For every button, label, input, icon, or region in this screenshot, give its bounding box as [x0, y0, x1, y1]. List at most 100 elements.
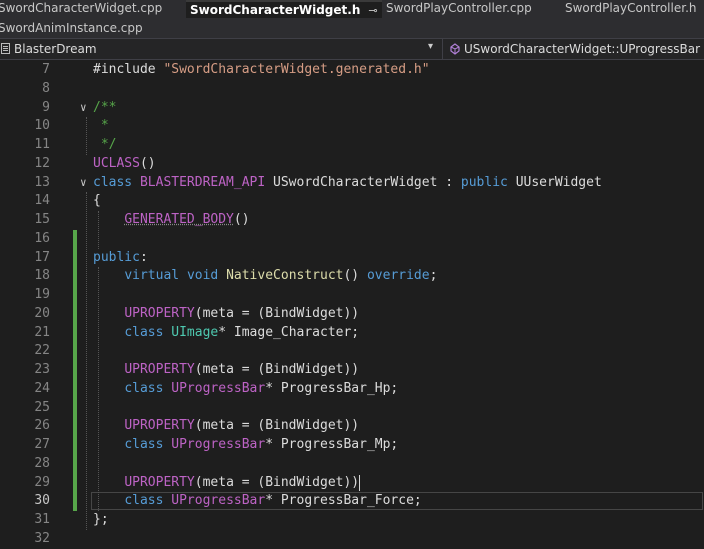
code-line[interactable]: 7 #include "SwordCharacterWidget.generate…: [0, 61, 704, 80]
code-token: class: [124, 437, 172, 452]
code-token: class: [124, 380, 172, 396]
chevron-down-icon[interactable]: ▾: [428, 41, 433, 52]
indent-guide: [98, 211, 99, 249]
code-token: {: [93, 193, 101, 209]
line-number: 20: [34, 305, 50, 321]
code-line[interactable]: 12 UCLASS(): [0, 155, 704, 174]
code-line[interactable]: 8: [0, 80, 704, 99]
project-dropdown[interactable]: BlasterDream ▾: [0, 39, 443, 59]
line-number: 9: [42, 99, 50, 115]
code-token: class: [93, 174, 140, 190]
navigation-bar: BlasterDream ▾ USwordCharacterWidget::UP…: [0, 38, 704, 60]
line-number: 21: [34, 324, 50, 340]
line-number: 14: [34, 193, 50, 209]
code-token: * Image_Character;: [218, 324, 360, 340]
code-text: };: [93, 511, 109, 530]
code-text: UPROPERTY(meta = (BindWidget)): [93, 417, 359, 436]
code-token: UPROPERTY: [124, 362, 195, 377]
code-line[interactable]: 25: [0, 399, 704, 418]
code-text: /**: [93, 99, 116, 118]
code-line[interactable]: 31};: [0, 511, 704, 530]
project-name: BlasterDream: [14, 42, 97, 56]
code-line[interactable]: 19: [0, 286, 704, 305]
code-token: };: [93, 512, 109, 527]
fold-toggle-icon[interactable]: ∨: [80, 174, 87, 193]
code-line[interactable]: 17 public:: [0, 249, 704, 268]
code-token: (meta = (BindWidget)): [194, 362, 360, 377]
code-token: UCLASS: [93, 155, 140, 171]
tab-swordplaycontroller-h[interactable]: SwordPlayController.h: [563, 0, 704, 18]
code-token: * ProgressBar_Mp;: [265, 437, 399, 452]
code-text: class BLASTERDREAM_API USwordCharacterWi…: [93, 174, 602, 193]
change-tracking-bar: [73, 229, 77, 511]
tab-swordplaycontroller-cpp[interactable]: SwordPlayController.cpp: [384, 0, 562, 18]
code-line[interactable]: 32: [0, 530, 704, 549]
code-text: UPROPERTY(meta = (BindWidget)): [93, 474, 359, 493]
code-token: BLASTERDREAM_API: [139, 174, 274, 190]
code-token: override: [366, 268, 430, 284]
code-text: class UImage* Image_Character;: [93, 324, 359, 343]
code-line[interactable]: 15 GENERATED_BODY(): [0, 211, 704, 230]
tab-swordaniminstance-cpp[interactable]: SwordAnimInstance.cpp: [0, 20, 166, 38]
line-number: 29: [34, 474, 50, 490]
class-member-icon: [450, 43, 460, 55]
code-text: {: [93, 192, 101, 211]
code-line[interactable]: 18 virtual void NativeConstruct() overri…: [0, 267, 704, 286]
code-line[interactable]: 9 ∨ /**: [0, 99, 704, 118]
current-line-highlight: [91, 492, 703, 511]
tab-swordcharacterwidget-cpp[interactable]: SwordCharacterWidget.cpp: [0, 0, 184, 18]
code-token: (meta = (BindWidget)): [194, 474, 360, 490]
code-token: UUserWidget: [515, 174, 602, 190]
code-line[interactable]: 21 class UImage* Image_Character;: [0, 324, 704, 343]
code-line[interactable]: 27 class UProgressBar* ProgressBar_Mp;: [0, 436, 704, 455]
line-number: 27: [34, 437, 50, 452]
code-text: UPROPERTY(meta = (BindWidget)): [93, 305, 359, 324]
pin-icon[interactable]: ⊸: [368, 4, 377, 17]
tab-swordcharacterwidget-h[interactable]: SwordCharacterWidget.h⊸✕: [186, 0, 382, 18]
tab-label: SwordAnimInstance.cpp: [0, 21, 143, 35]
code-line[interactable]: 16: [0, 230, 704, 249]
code-token: :: [437, 174, 461, 190]
comment-fold-guide: [86, 117, 87, 155]
code-line[interactable]: 24 class UProgressBar* ProgressBar_Hp;: [0, 380, 704, 399]
code-line[interactable]: 11 */: [0, 136, 704, 155]
line-number: 13: [34, 174, 50, 190]
code-text: #include "SwordCharacterWidget.generated…: [93, 61, 430, 80]
code-text: public:: [93, 249, 148, 268]
line-number: 16: [34, 230, 50, 246]
code-line[interactable]: 10 *: [0, 117, 704, 136]
line-number: 23: [34, 362, 50, 377]
code-token: (): [139, 155, 156, 171]
line-number: 15: [34, 212, 50, 227]
code-line[interactable]: 28: [0, 455, 704, 474]
fold-toggle-icon[interactable]: ∨: [80, 99, 87, 118]
code-line[interactable]: 20 UPROPERTY(meta = (BindWidget)): [0, 305, 704, 324]
code-line[interactable]: 13 ∨ class BLASTERDREAM_API USwordCharacte…: [0, 174, 704, 193]
code-token: *: [93, 118, 109, 134]
line-number: 19: [34, 287, 50, 302]
code-text: GENERATED_BODY(): [93, 211, 250, 230]
code-line[interactable]: 26 UPROPERTY(meta = (BindWidget)): [0, 417, 704, 436]
code-token: (): [233, 212, 250, 227]
code-line[interactable]: 29 UPROPERTY(meta = (BindWidget)): [0, 474, 704, 493]
code-token: :: [139, 249, 148, 265]
code-token: "SwordCharacterWidget.generated.h": [163, 62, 430, 77]
code-text: class UProgressBar* ProgressBar_Hp;: [93, 380, 398, 399]
code-token: UProgressBar: [171, 380, 266, 396]
code-token: UPROPERTY: [124, 474, 195, 490]
code-line[interactable]: 23 UPROPERTY(meta = (BindWidget)): [0, 361, 704, 380]
code-editor[interactable]: 7 #include "SwordCharacterWidget.generate…: [0, 60, 704, 546]
line-number: 28: [34, 455, 50, 471]
text-caret: [359, 474, 361, 491]
line-number: 30: [34, 493, 50, 509]
member-name: USwordCharacterWidget::UProgressBar: [464, 42, 700, 56]
code-token: (meta = (BindWidget)): [194, 305, 360, 321]
tab-label: SwordPlayController.h: [565, 1, 697, 15]
line-number: 8: [42, 80, 50, 96]
line-number: 18: [34, 268, 50, 284]
code-token: ;: [429, 268, 438, 284]
code-line[interactable]: 14 {: [0, 192, 704, 211]
code-token: /**: [93, 99, 117, 115]
code-text: UPROPERTY(meta = (BindWidget)): [93, 361, 359, 380]
code-line[interactable]: 22: [0, 342, 704, 361]
